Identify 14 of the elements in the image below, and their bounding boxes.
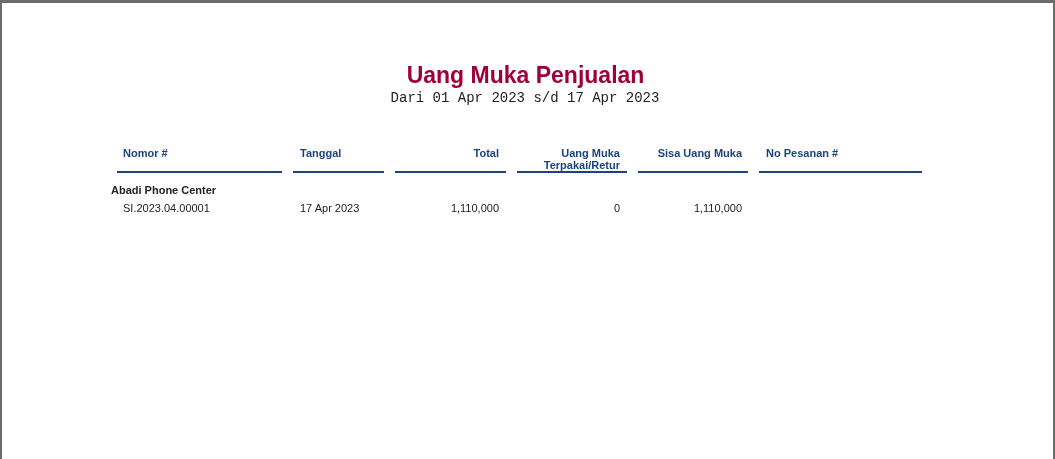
- table-cell: 1,110,000: [693, 201, 742, 215]
- column-header: Uang Muka Terpakai/Retur: [517, 147, 627, 173]
- table-cell: 0: [613, 201, 620, 215]
- report-period: Dari 01 Apr 2023 s/d 17 Apr 2023: [390, 89, 660, 107]
- column-header: Tanggal: [293, 147, 384, 173]
- report-title: Uang Muka Penjualan: [406, 61, 645, 89]
- table-cell: 1,110,000: [450, 201, 499, 215]
- table-cell: SI.2023.04.00001: [123, 201, 210, 215]
- column-header: Nomor #: [117, 147, 282, 173]
- column-header: Total: [395, 147, 506, 173]
- column-header: No Pesanan #: [759, 147, 922, 173]
- column-header: Sisa Uang Muka: [638, 147, 748, 173]
- group-name: Abadi Phone Center: [111, 183, 217, 197]
- table-cell: 17 Apr 2023: [300, 201, 360, 215]
